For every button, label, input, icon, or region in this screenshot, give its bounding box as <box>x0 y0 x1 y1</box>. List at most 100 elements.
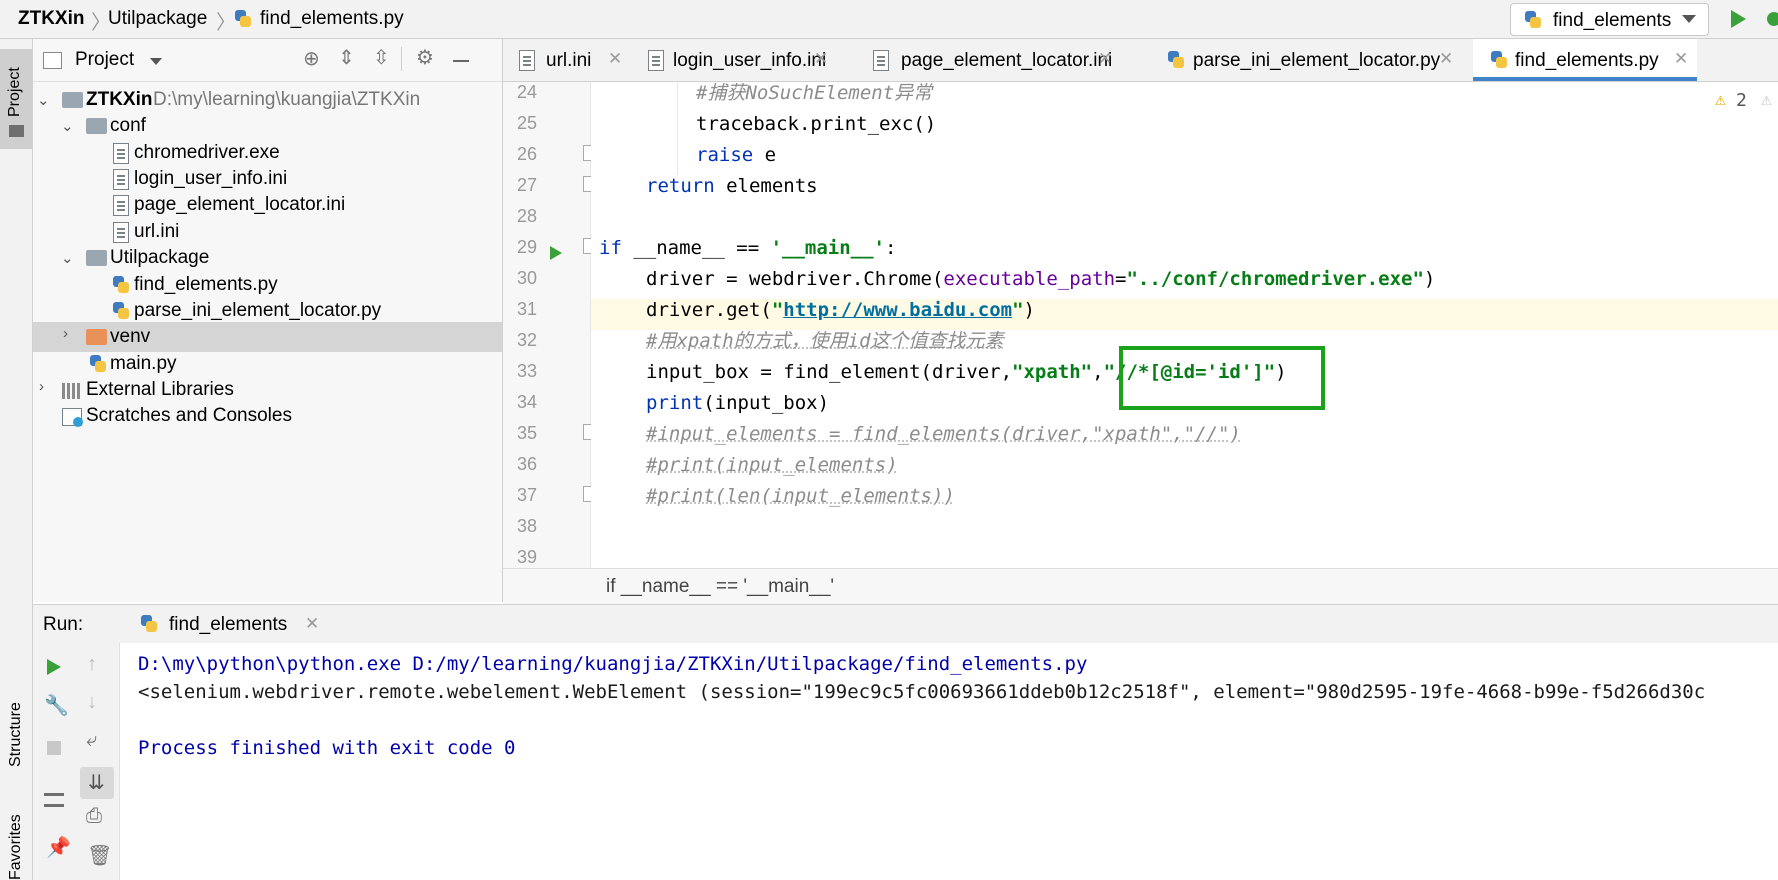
close-icon[interactable]: ✕ <box>305 614 319 634</box>
code-line-24: #捕获NoSuchElement异常 <box>696 82 933 104</box>
project-panel-title[interactable]: Project <box>75 49 134 71</box>
keyword: if <box>599 237 622 259</box>
console-line: Process finished with exit code 0 <box>138 737 516 759</box>
code-text: __name__ == <box>621 237 771 259</box>
layout-icon[interactable] <box>44 793 64 807</box>
breadcrumb-project[interactable]: ZTKXin <box>18 8 85 30</box>
tree-item-label: venv <box>110 326 151 347</box>
tab-label: login_user_info.ini <box>673 50 827 71</box>
chevron-right-icon[interactable]: › <box>63 325 68 342</box>
run-configuration-select[interactable]: find_elements <box>1510 3 1709 36</box>
keyword: raise <box>696 144 754 166</box>
collapse-all-icon[interactable]: ⇳ <box>373 45 390 70</box>
tab-url-ini[interactable]: url.ini ✕ <box>503 39 628 81</box>
folder-icon <box>9 125 24 137</box>
code-text: = <box>1115 268 1127 290</box>
warning-icon[interactable]: ⚠ <box>1715 89 1726 110</box>
scroll-to-end-button[interactable]: ⇊ <box>80 767 114 799</box>
chevron-down-icon[interactable]: ⌄ <box>61 249 74 267</box>
arrow-down-icon[interactable]: ↓ <box>87 691 97 714</box>
code-line-32: #用xpath的方式，使用id这个值查找元素 <box>646 330 1004 352</box>
editor-breadcrumb[interactable]: if __name__ == '__main__' <box>606 576 834 598</box>
line-number: 39 <box>516 547 537 567</box>
stop-icon[interactable] <box>47 741 61 755</box>
tree-item-label: chromedriver.exe <box>134 142 280 163</box>
tab-page-element-locator[interactable]: page_element_locator.ini ✕ <box>865 39 1115 81</box>
library-icon <box>62 383 82 399</box>
url-link[interactable]: http://www.baidu.com <box>783 299 1012 321</box>
tree-item-page-element-locator[interactable]: page_element_locator.ini <box>33 190 502 220</box>
keyword: return <box>646 175 715 197</box>
left-tool-stripe: Project Structure Favorites <box>0 39 33 880</box>
tree-item-scratches[interactable]: Scratches and Consoles <box>33 401 502 431</box>
line-number: 36 <box>516 454 537 474</box>
code-line-27: return elements <box>646 171 818 202</box>
close-icon[interactable]: ✕ <box>608 49 622 69</box>
close-icon[interactable]: ✕ <box>814 49 828 69</box>
console-output[interactable]: D:\my\python\python.exe D:/my/learning/k… <box>120 643 1778 880</box>
tree-item-conf[interactable]: ⌄ conf <box>33 111 502 141</box>
print-icon[interactable]: ⎙ <box>86 805 102 828</box>
structure-tool-button[interactable]: Structure <box>0 659 32 779</box>
soft-wrap-icon[interactable]: ⤶ <box>86 729 97 752</box>
arrow-up-icon[interactable]: ↑ <box>87 653 97 676</box>
code-text: ) <box>1423 268 1436 290</box>
run-toolbar-secondary: ↑ ↓ ⤶ ⇊ ⎙ 🗑 <box>75 643 120 880</box>
ini-file-icon <box>113 195 129 216</box>
close-icon[interactable]: ✕ <box>1098 49 1112 69</box>
navigation-bar: ZTKXin 〉 Utilpackage 〉 find_elements.py … <box>0 0 1778 39</box>
tab-parse-ini-element-locator[interactable]: parse_ini_element_locator.py ✕ <box>1163 39 1459 81</box>
tree-item-label: Utilpackage <box>110 247 210 268</box>
string-quote: " <box>1012 299 1024 321</box>
scratches-badge <box>73 417 83 427</box>
tree-item-utilpackage[interactable]: ⌄ Utilpackage <box>33 243 502 273</box>
close-icon[interactable]: ✕ <box>1439 49 1453 69</box>
python-file-icon <box>141 615 157 632</box>
code-text: driver.get( <box>646 299 772 321</box>
editor-breadcrumb-bar: if __name__ == '__main__' <box>503 568 1778 605</box>
chevron-down-icon[interactable]: ⌄ <box>37 91 50 109</box>
warning-count[interactable]: 2 <box>1736 90 1747 111</box>
code-editor[interactable]: #捕获NoSuchElement异常 traceback.print_exc()… <box>591 82 1778 568</box>
code-text: ) <box>1023 299 1035 321</box>
editor-tab-bar: url.ini ✕ login_user_info.ini ✕ page_ele… <box>503 39 1778 82</box>
tab-login-user-info[interactable]: login_user_info.ini ✕ <box>640 39 833 81</box>
tree-item-label: Scratches and Consoles <box>86 405 292 426</box>
hide-panel-icon[interactable] <box>453 60 469 62</box>
run-panel-title: Run: <box>43 614 84 635</box>
breadcrumb-folder[interactable]: Utilpackage <box>108 8 207 30</box>
python-file-icon <box>1168 51 1184 68</box>
tree-item-label: login_user_info.ini <box>134 168 288 189</box>
locate-icon[interactable]: ⊕ <box>303 46 320 71</box>
debug-icon[interactable] <box>1766 9 1778 29</box>
breadcrumb-separator: 〉 <box>216 12 236 34</box>
chevron-down-icon[interactable]: ⌄ <box>61 117 74 135</box>
gear-icon[interactable]: ⚙ <box>416 45 434 70</box>
close-icon[interactable]: ✕ <box>1674 49 1688 69</box>
code-line-34: print(input_box) <box>646 388 829 419</box>
weak-warning-icon[interactable]: ⚠ <box>1761 89 1772 110</box>
editor-gutter: 24 25 26 27 28 29 30 31 32 33 34 35 36 3… <box>503 82 595 568</box>
favorites-tool-button[interactable]: Favorites <box>0 794 32 880</box>
chevron-down-icon[interactable] <box>150 58 162 65</box>
rerun-icon[interactable] <box>46 658 62 676</box>
wrench-icon[interactable]: 🔧 <box>44 693 69 718</box>
run-tab-find-elements[interactable]: find_elements ✕ <box>103 605 319 643</box>
line-number: 31 <box>516 299 537 319</box>
trash-icon[interactable]: 🗑 <box>87 843 112 868</box>
pin-icon[interactable]: 📌 <box>46 835 71 860</box>
run-icon[interactable] <box>1729 9 1747 29</box>
project-tool-button[interactable]: Project <box>0 49 32 149</box>
expand-all-icon[interactable]: ⇕ <box>338 45 355 70</box>
tab-find-elements[interactable]: find_elements.py ✕ <box>1473 39 1697 81</box>
run-toolbar-primary: 🔧 📌 <box>33 643 75 880</box>
tab-label: page_element_locator.ini <box>901 50 1113 71</box>
run-line-icon[interactable] <box>549 245 563 261</box>
string-literal: "xpath" <box>1012 361 1093 383</box>
tree-item-label: main.py <box>110 353 177 374</box>
tree-item-label: find_elements.py <box>134 274 278 295</box>
breadcrumb-file[interactable]: find_elements.py <box>260 8 404 30</box>
tree-item-venv[interactable]: › venv <box>33 322 502 352</box>
chevron-right-icon[interactable]: › <box>39 378 44 395</box>
string-literal: "../conf/chromedriver.exe" <box>1126 268 1424 290</box>
